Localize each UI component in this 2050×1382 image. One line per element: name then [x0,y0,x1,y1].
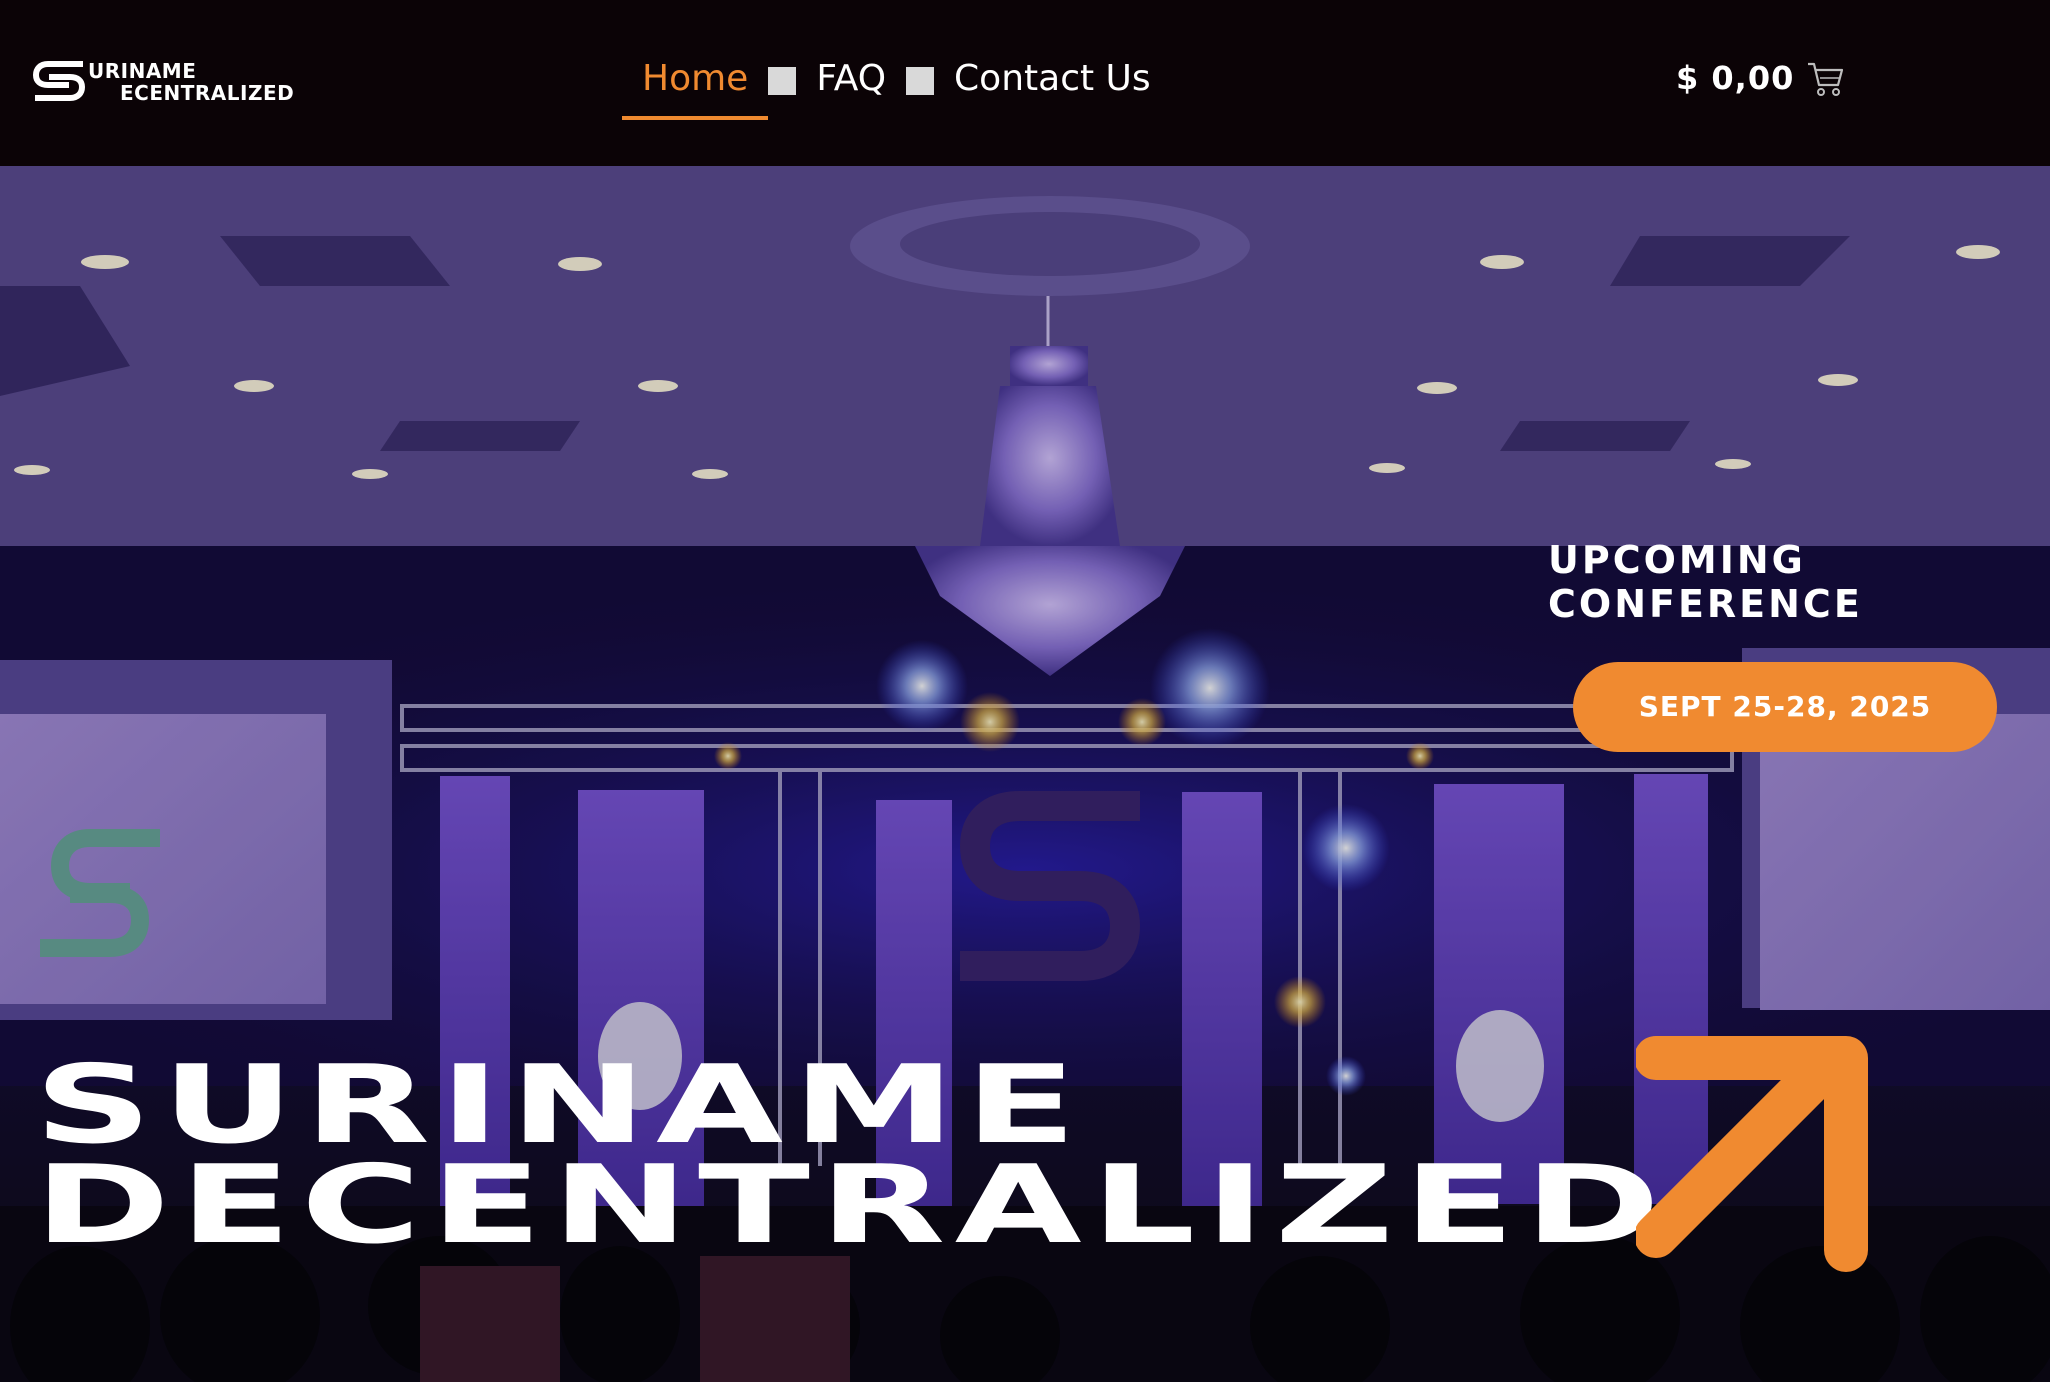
hero-title-line1: SURINAME [34,1043,1086,1168]
conference-date-button[interactable]: SEPT 25-28, 2025 [1573,662,1997,752]
page: URINAME ECENTRALIZED Home FAQ Contact Us… [0,0,2050,1382]
logo-text-line2: ECENTRALIZED [120,81,295,105]
nav-faq[interactable]: FAQ [796,52,906,106]
logo-text-line1: URINAME [88,59,197,83]
main-nav: Home FAQ Contact Us [622,52,1171,120]
hero-title-line2: DECENTRALIZED [34,1143,1670,1268]
nav-home[interactable]: Home [622,52,769,120]
cart-amount: $ 0,00 [1676,59,1795,97]
hero-title: SURINAME DECENTRALIZED [34,1043,1670,1268]
nav-separator [906,67,935,95]
site-header: URINAME ECENTRALIZED Home FAQ Contact Us… [0,0,2050,166]
nav-contact-us[interactable]: Contact Us [934,52,1171,106]
arrow-up-right-icon[interactable] [1636,1036,1882,1282]
site-logo[interactable]: URINAME ECENTRALIZED [30,58,294,106]
sd-logo-icon [32,61,86,101]
hero-section: UPCOMING CONFERENCE SEPT 25-28, 2025 SUR… [0,166,2050,1382]
logo-text: URINAME ECENTRALIZED [88,60,294,104]
nav-separator [768,67,797,95]
cart-button[interactable]: $ 0,00 [1676,58,1846,98]
upcoming-conference-label: UPCOMING CONFERENCE [1548,538,1863,626]
upcoming-line1: UPCOMING [1548,538,1806,582]
shopping-cart-icon [1808,62,1844,96]
upcoming-line2: CONFERENCE [1548,582,1863,626]
